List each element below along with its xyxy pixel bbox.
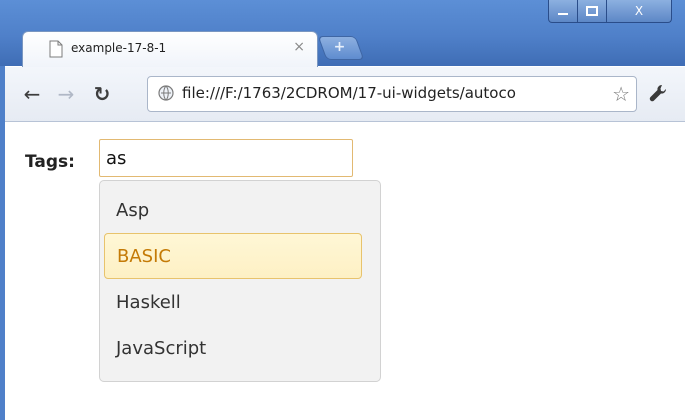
wrench-icon xyxy=(649,85,666,102)
browser-toolbar: ← → ↻ file:///F:/1763/2CDROM/17-ui-widge… xyxy=(0,67,685,122)
tags-input[interactable] xyxy=(99,139,353,177)
minimize-button[interactable] xyxy=(548,0,578,23)
autocomplete-item[interactable]: Haskell xyxy=(104,279,362,325)
title-bar: example-17-8-1 × + X xyxy=(0,0,685,68)
minimize-icon xyxy=(558,13,568,15)
bookmark-star-icon[interactable]: ☆ xyxy=(612,82,630,106)
url-text: file:///F:/1763/2CDROM/17-ui-widgets/aut… xyxy=(182,84,516,102)
page-content: Tags: Asp BASIC Haskell JavaScript xyxy=(5,122,685,420)
forward-arrow-icon: → xyxy=(57,82,75,106)
tab-title: example-17-8-1 xyxy=(71,41,167,55)
active-tab[interactable]: example-17-8-1 × xyxy=(22,31,318,68)
browser-window: example-17-8-1 × + X ← → ↻ file:///F:/17… xyxy=(0,0,685,420)
back-button[interactable]: ← xyxy=(20,82,44,106)
maximize-icon xyxy=(586,6,598,16)
reload-icon: ↻ xyxy=(93,82,111,106)
reload-button[interactable]: ↻ xyxy=(90,82,114,106)
autocomplete-item-active[interactable]: BASIC xyxy=(104,233,362,279)
autocomplete-item-label: Asp xyxy=(116,199,150,221)
tab-close-icon[interactable]: × xyxy=(293,39,305,55)
autocomplete-item[interactable]: Asp xyxy=(104,187,362,233)
plus-icon: + xyxy=(333,39,346,55)
maximize-button[interactable] xyxy=(577,0,607,23)
autocomplete-item-label: Haskell xyxy=(116,291,181,313)
page-info-icon xyxy=(158,85,174,101)
wrench-menu-button[interactable] xyxy=(648,83,672,107)
close-window-button[interactable]: X xyxy=(606,0,672,23)
tags-label: Tags: xyxy=(25,152,75,172)
back-arrow-icon: ← xyxy=(23,82,41,106)
document-icon xyxy=(49,40,63,58)
autocomplete-item[interactable]: JavaScript xyxy=(104,325,362,371)
autocomplete-item-label: BASIC xyxy=(117,245,171,267)
close-icon: X xyxy=(634,4,644,18)
autocomplete-item-label: JavaScript xyxy=(116,337,207,359)
forward-button[interactable]: → xyxy=(54,82,78,106)
address-bar[interactable]: file:///F:/1763/2CDROM/17-ui-widgets/aut… xyxy=(147,76,637,112)
new-tab-button[interactable]: + xyxy=(317,36,365,60)
autocomplete-menu: Asp BASIC Haskell JavaScript xyxy=(99,180,381,382)
